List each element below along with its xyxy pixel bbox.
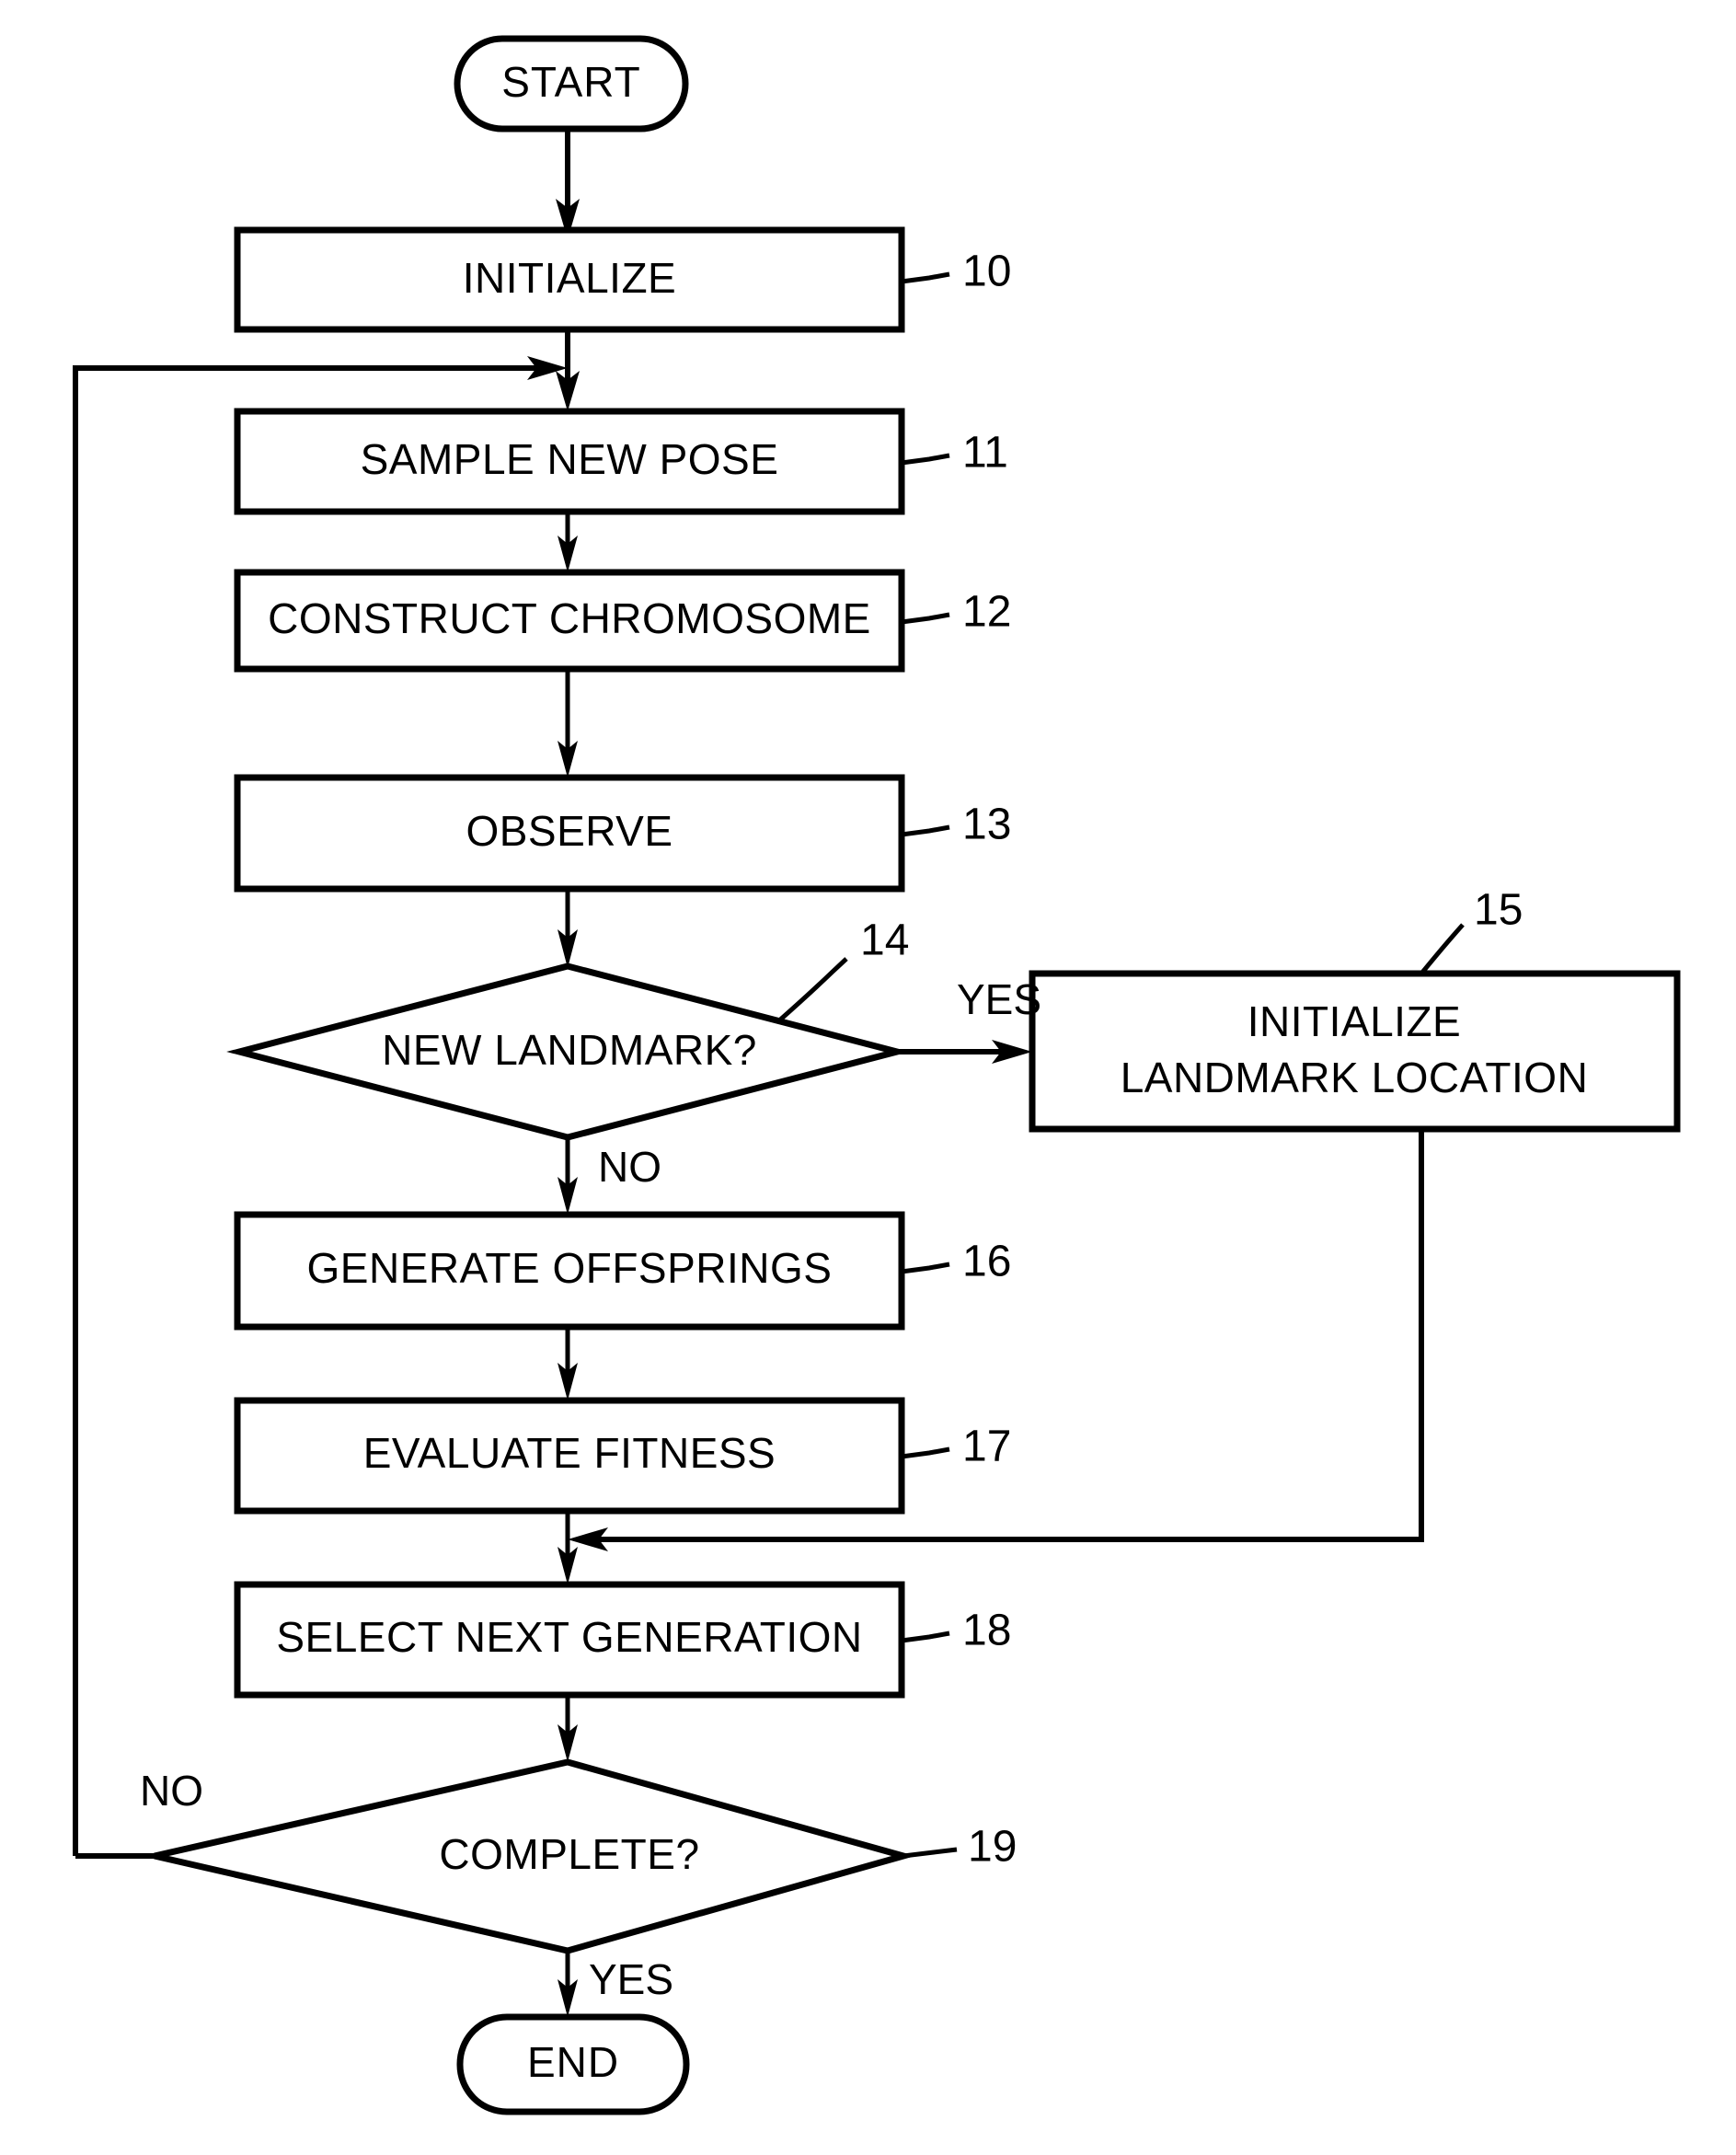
node-start: START <box>454 35 689 133</box>
connector-17-to-18 <box>558 1511 578 1585</box>
node-sample-new-pose: SAMPLE NEW POSE 11 <box>234 408 1008 515</box>
node-initialize: INITIALIZE 10 <box>234 226 1011 333</box>
node-initialize-landmark-location-label-line1: INITIALIZE <box>1247 997 1461 1045</box>
ref-number-13: 13 <box>962 801 1011 849</box>
node-new-landmark-label: NEW LANDMARK? <box>382 1026 757 1074</box>
ref-number-15: 15 <box>1474 886 1523 935</box>
node-generate-offsprings: GENERATE OFFSPRINGS 16 <box>234 1211 1011 1331</box>
ref-number-19: 19 <box>968 1823 1017 1872</box>
edge-label-no-landmark: NO <box>598 1143 661 1191</box>
node-select-next-generation-label: SELECT NEXT GENERATION <box>276 1613 862 1661</box>
ref-number-18: 18 <box>962 1607 1011 1655</box>
connector-start-to-10 <box>556 129 580 239</box>
node-select-next-generation: SELECT NEXT GENERATION 18 <box>234 1581 1011 1699</box>
node-sample-new-pose-label: SAMPLE NEW POSE <box>361 435 779 483</box>
ref-number-17: 17 <box>962 1423 1011 1471</box>
node-evaluate-fitness-label: EVALUATE FITNESS <box>363 1429 776 1477</box>
node-initialize-landmark-location-label-line2: LANDMARK LOCATION <box>1121 1054 1589 1101</box>
ref-number-12: 12 <box>962 588 1011 637</box>
flowchart-page: START INITIALIZE 10 SAMPLE NEW POSE 11 C… <box>0 0 1736 2155</box>
node-generate-offsprings-label: GENERATE OFFSPRINGS <box>307 1244 833 1292</box>
ref-number-14: 14 <box>860 916 909 965</box>
node-start-label: START <box>501 58 641 106</box>
node-complete-label: COMPLETE? <box>439 1830 699 1878</box>
connector-14-no-to-16 <box>558 1137 578 1215</box>
node-complete-decision: COMPLETE? 19 <box>154 1758 1017 1954</box>
connector-14-yes-to-15 <box>897 1040 1032 1064</box>
node-initialize-landmark-location: INITIALIZE LANDMARK LOCATION 15 <box>1029 886 1681 1133</box>
node-construct-chromosome: CONSTRUCT CHROMOSOME 12 <box>234 569 1011 673</box>
edge-label-yes-landmark: YES <box>957 975 1041 1023</box>
node-construct-chromosome-label: CONSTRUCT CHROMOSOME <box>268 594 871 642</box>
node-observe: OBSERVE 13 <box>234 774 1011 893</box>
edge-label-yes-complete: YES <box>589 1955 673 2003</box>
connector-13-to-14 <box>558 889 578 968</box>
connector-12-to-13 <box>558 669 578 778</box>
node-new-landmark-decision: NEW LANDMARK? 14 <box>226 916 910 1141</box>
connector-19-yes-to-end <box>558 1951 578 2017</box>
edge-label-no-complete: NO <box>140 1767 203 1815</box>
connector-11-to-12 <box>558 512 578 572</box>
ref-number-16: 16 <box>962 1238 1011 1286</box>
connector-16-to-17 <box>558 1327 578 1400</box>
connector-18-to-19 <box>558 1695 578 1762</box>
node-end: END <box>456 2013 690 2115</box>
node-evaluate-fitness: EVALUATE FITNESS 17 <box>234 1397 1011 1515</box>
node-initialize-label: INITIALIZE <box>463 254 676 302</box>
node-end-label: END <box>527 2038 619 2086</box>
ref-number-11: 11 <box>962 429 1008 478</box>
flowchart-canvas: START INITIALIZE 10 SAMPLE NEW POSE 11 C… <box>73 35 1681 2115</box>
node-observe-label: OBSERVE <box>466 807 673 855</box>
ref-number-10: 10 <box>962 248 1011 296</box>
